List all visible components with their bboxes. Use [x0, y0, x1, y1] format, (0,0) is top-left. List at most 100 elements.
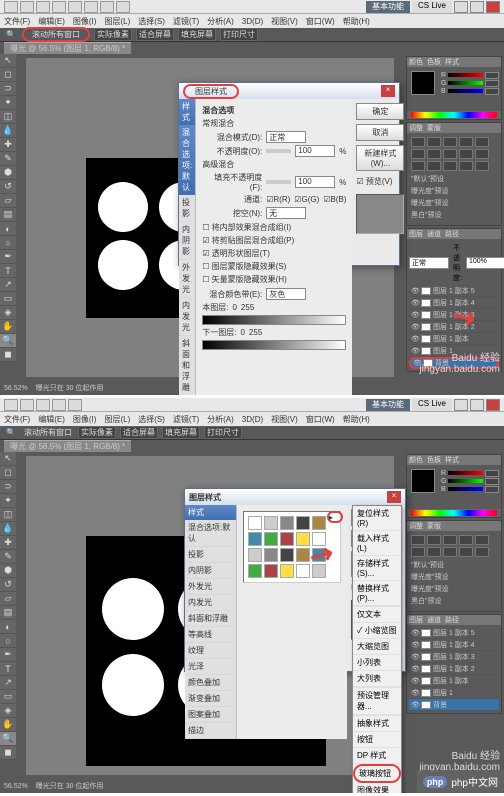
adj-bw[interactable]: [443, 149, 457, 159]
blur-tool[interactable]: ◐: [0, 222, 16, 236]
zoom-icon[interactable]: [52, 399, 66, 411]
layer-row[interactable]: 👁图层 1 副本 3: [409, 309, 499, 321]
layer-name[interactable]: 图层 1 副本 4: [433, 640, 475, 650]
flyout-smalllist[interactable]: 小列表: [353, 655, 401, 671]
adj-vibrance[interactable]: [475, 137, 489, 147]
flyout-load[interactable]: 载入样式(L): [353, 531, 401, 556]
color-tab[interactable]: 颜色: [409, 57, 423, 67]
visibility-icon[interactable]: 👁: [411, 701, 419, 709]
sidebar-bevel[interactable]: 斜面和浮雕: [185, 611, 236, 627]
style-preset-thumb[interactable]: [248, 564, 262, 578]
adjustments-tab[interactable]: 调整: [409, 123, 423, 133]
pen-tool[interactable]: ✒: [0, 648, 16, 662]
style-preset-thumb[interactable]: [296, 532, 310, 546]
blur-tool[interactable]: ◐: [0, 620, 16, 634]
eraser-tool[interactable]: ▱: [0, 592, 16, 606]
print-size-button[interactable]: 打印尺寸: [204, 426, 242, 439]
fill-screen-button[interactable]: 填充屏幕: [178, 28, 216, 41]
menu-window[interactable]: 窗口(W): [306, 16, 335, 27]
menu-edit[interactable]: 编辑(E): [38, 414, 65, 425]
stamp-tool[interactable]: ⬢: [0, 166, 16, 180]
style-preset-thumb[interactable]: [280, 532, 294, 546]
ok-button[interactable]: 确定: [356, 103, 404, 120]
print-size-button[interactable]: 打印尺寸: [220, 28, 258, 41]
zoom-percent[interactable]: 56.52%: [4, 385, 28, 392]
preset-item[interactable]: 曝光度"预设: [409, 571, 499, 583]
hue-strip[interactable]: [411, 112, 497, 118]
layer-row[interactable]: 👁图层 1 副本 5: [409, 627, 499, 639]
sidebar-bevel[interactable]: 斜面和浮雕: [179, 336, 195, 395]
r-value[interactable]: [485, 72, 499, 79]
sidebar-dropshadow[interactable]: 投影: [185, 547, 236, 563]
channel-b-checkbox[interactable]: ☑B(B): [323, 195, 346, 204]
visibility-icon[interactable]: 👁: [411, 653, 419, 661]
sidebar-outerglow[interactable]: 外发光: [179, 260, 195, 298]
lasso-tool[interactable]: ⊃: [0, 480, 16, 494]
menu-analysis[interactable]: 分析(A): [207, 16, 234, 27]
style-preset-thumb[interactable]: [248, 548, 262, 562]
layer-name[interactable]: 图层 1 副本 5: [433, 628, 475, 638]
move-tool[interactable]: ↖: [0, 54, 16, 68]
heal-tool[interactable]: ✚: [0, 138, 16, 152]
sidebar-innerglow[interactable]: 内发光: [185, 595, 236, 611]
sidebar-satin[interactable]: 光泽: [185, 659, 236, 675]
new-style-button[interactable]: 新建样式(W)...: [356, 145, 404, 171]
hand-icon[interactable]: [68, 399, 82, 411]
sidebar-dropshadow[interactable]: 投影: [179, 195, 195, 222]
adj-icon[interactable]: [475, 547, 489, 557]
visibility-icon[interactable]: 👁: [411, 665, 419, 673]
actual-pixels-button[interactable]: 实际像素: [94, 28, 132, 41]
sidebar-blendoptions[interactable]: 混合选项:默认: [185, 520, 236, 547]
preset-item[interactable]: 曝光度"预设: [409, 583, 499, 595]
eyedropper-tool[interactable]: 💧: [0, 522, 16, 536]
preset-item[interactable]: 曝光度"预设: [409, 197, 499, 209]
preset-item[interactable]: "默认"预设: [409, 173, 499, 185]
visibility-icon[interactable]: 👁: [411, 323, 419, 331]
style-preset-thumb[interactable]: [264, 564, 278, 578]
preset-item[interactable]: 通道混合器"预设: [409, 607, 499, 609]
eraser-tool[interactable]: ▱: [0, 194, 16, 208]
adj-selectivecolor[interactable]: [475, 161, 489, 171]
menu-select[interactable]: 选择(S): [138, 414, 165, 425]
flyout-imageeffects[interactable]: 图像效果: [353, 783, 401, 793]
brush-tool[interactable]: ✎: [0, 550, 16, 564]
g-slider[interactable]: [448, 479, 483, 483]
sidebar-gradientoverlay[interactable]: 渐变叠加: [185, 691, 236, 707]
history-brush-tool[interactable]: ↺: [0, 578, 16, 592]
layer-thumb[interactable]: [421, 677, 431, 685]
underlying-layer-gradient[interactable]: [202, 340, 346, 350]
sidebar-contour[interactable]: 等高线: [185, 627, 236, 643]
menu-window[interactable]: 窗口(W): [306, 414, 335, 425]
close-button[interactable]: [486, 1, 500, 13]
visibility-icon[interactable]: 👁: [411, 335, 419, 343]
cancel-button[interactable]: 取消: [356, 124, 404, 141]
sidebar-innershadow[interactable]: 内阴影: [179, 222, 195, 260]
visibility-icon[interactable]: 👁: [411, 299, 419, 307]
dodge-tool[interactable]: ○: [0, 236, 16, 250]
swatches-tab[interactable]: 色板: [427, 455, 441, 465]
visibility-icon[interactable]: 👁: [411, 347, 419, 355]
style-preset-thumb[interactable]: [280, 564, 294, 578]
flyout-largelist[interactable]: 大列表: [353, 671, 401, 687]
g-value[interactable]: [485, 80, 499, 87]
flyout-largethumb[interactable]: 大缩览图: [353, 639, 401, 655]
eyedropper-tool[interactable]: 💧: [0, 124, 16, 138]
layer-name[interactable]: 图层 1 副本: [433, 334, 469, 344]
preset-item[interactable]: 黑白"预设: [409, 595, 499, 607]
adj-hue[interactable]: [411, 149, 425, 159]
layer-thumb[interactable]: [421, 299, 431, 307]
knockout-select[interactable]: 无: [266, 207, 306, 219]
layer-name[interactable]: 图层 1 副本 3: [433, 652, 475, 662]
3d-tool[interactable]: ◈: [0, 306, 16, 320]
adj-icon[interactable]: [475, 535, 489, 545]
opacity-slider[interactable]: [266, 149, 291, 153]
dialog-titlebar[interactable]: 图层样式 ×: [185, 489, 405, 505]
pen-tool[interactable]: ✒: [0, 250, 16, 264]
blend-mode-select[interactable]: 正常: [266, 131, 306, 143]
crop-tool[interactable]: ◫: [0, 110, 16, 124]
menu-analysis[interactable]: 分析(A): [207, 414, 234, 425]
style-preset-thumb[interactable]: [280, 516, 294, 530]
hand-icon[interactable]: [68, 1, 82, 13]
3d-tool[interactable]: ◈: [0, 704, 16, 718]
menu-select[interactable]: 选择(S): [138, 16, 165, 27]
